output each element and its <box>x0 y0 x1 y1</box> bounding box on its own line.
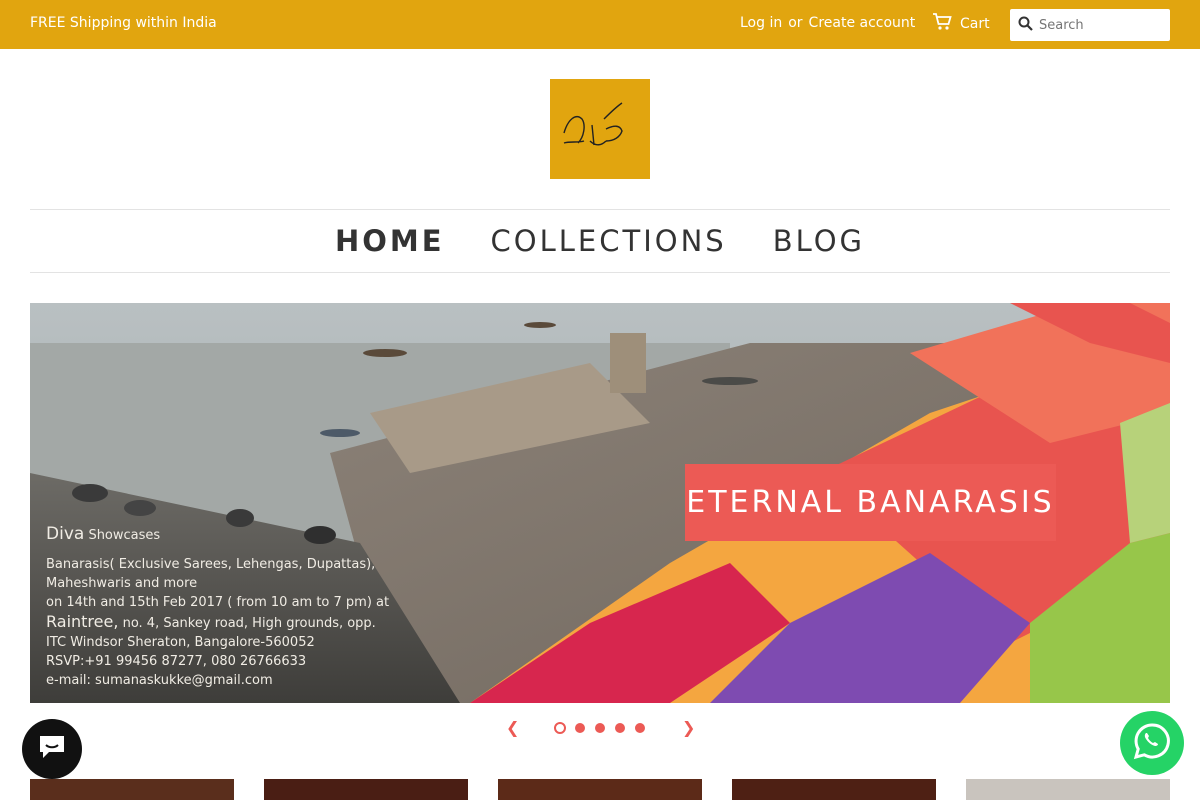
slider-dot[interactable] <box>615 723 625 733</box>
main-nav: HOME COLLECTIONS BLOG <box>30 209 1170 273</box>
cart-label: Cart <box>960 16 990 32</box>
cart-link[interactable]: Cart <box>932 13 990 35</box>
hero-caption[interactable]: ETERNAL BANARASIS <box>685 464 1056 541</box>
event-venue-line: Raintree, no. 4, Sankey road, High groun… <box>46 612 389 633</box>
event-line: no. 4, Sankey road, High grounds, opp. <box>122 616 376 631</box>
slider-dot[interactable] <box>635 723 645 733</box>
event-line: ITC Windsor Sheraton, Bangalore-560052 <box>46 635 315 650</box>
search-box <box>1010 9 1170 41</box>
event-line: e-mail: sumanaskukke@gmail.com <box>46 673 273 688</box>
slider-dot[interactable] <box>554 722 566 734</box>
store-logo[interactable] <box>550 79 650 179</box>
event-line: Banarasis( Exclusive Sarees, Lehengas, D… <box>46 557 376 572</box>
event-line: RSVP:+91 99456 87277, 080 26766633 <box>46 654 307 669</box>
create-account-link[interactable]: Create account <box>809 15 916 31</box>
nav-collections[interactable]: COLLECTIONS <box>491 224 727 258</box>
slider-dot[interactable] <box>595 723 605 733</box>
product-card[interactable] <box>30 779 234 800</box>
product-card[interactable] <box>498 779 702 800</box>
event-brand: Diva Showcases <box>46 525 389 545</box>
product-card[interactable] <box>966 779 1170 800</box>
cart-icon <box>932 13 952 35</box>
top-bar: FREE Shipping within India Log in or Creat… <box>0 0 1200 49</box>
chevron-right-icon[interactable]: ❯ <box>682 718 695 737</box>
product-grid <box>30 779 1170 800</box>
nav-home[interactable]: HOME <box>335 224 445 258</box>
slider-controls: ❮ ❯ <box>500 716 700 740</box>
shipping-notice: FREE Shipping within India <box>30 15 217 31</box>
product-card[interactable] <box>264 779 468 800</box>
whatsapp-button[interactable] <box>1120 711 1184 775</box>
search-icon[interactable] <box>1018 16 1033 35</box>
or-text: or <box>788 15 803 31</box>
nav-blog[interactable]: BLOG <box>773 224 865 258</box>
slider-dot[interactable] <box>575 723 585 733</box>
chevron-left-icon[interactable]: ❮ <box>506 718 519 737</box>
login-link[interactable]: Log in <box>740 15 782 31</box>
product-card[interactable] <box>732 779 936 800</box>
brand-suffix: Showcases <box>88 528 161 543</box>
chat-icon <box>37 733 67 765</box>
event-line: on 14th and 15th Feb 2017 ( from 10 am t… <box>46 595 390 610</box>
brand-name: Diva <box>46 524 85 544</box>
event-line: Maheshwaris and more <box>46 576 198 591</box>
venue-name: Raintree, <box>46 612 119 631</box>
whatsapp-icon <box>1132 721 1172 765</box>
account-links: Log in or Create account <box>740 15 915 31</box>
chat-button[interactable] <box>22 719 82 779</box>
hero-event-info: Diva Showcases Banarasis( Exclusive Sare… <box>46 525 389 690</box>
hero-slide[interactable]: ETERNAL BANARASIS Diva Showcases Banaras… <box>30 303 1170 703</box>
search-input[interactable] <box>1039 17 1159 33</box>
